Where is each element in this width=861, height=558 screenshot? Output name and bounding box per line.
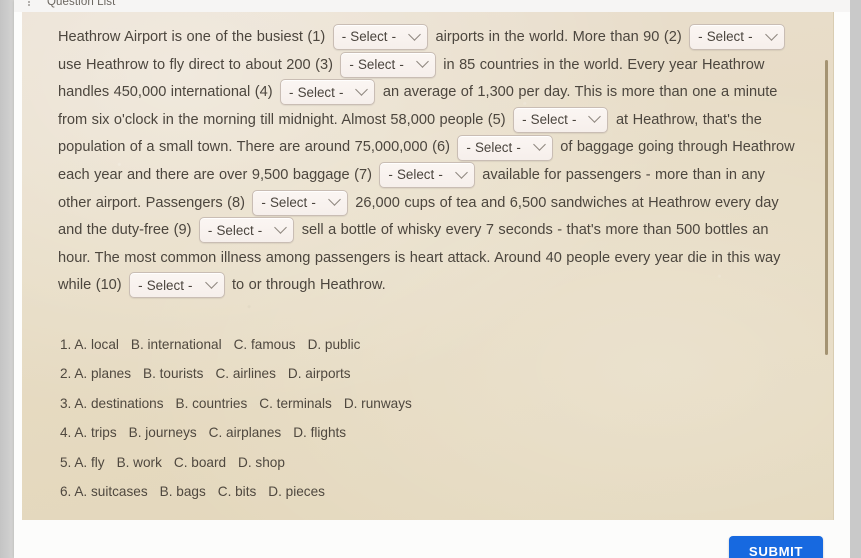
blank-select-label: - Select - [698, 29, 753, 45]
blank-select-5[interactable]: - Select - [513, 106, 609, 133]
answer-choice: B. journeys [128, 425, 197, 441]
submit-button[interactable]: SUBMIT [729, 536, 823, 558]
question-number: 6. [60, 484, 72, 500]
passage-text: Heathrow Airport is one of the busiest (… [58, 29, 330, 45]
app-window: Question List Heathrow Airport is one of… [14, 0, 850, 558]
page-title: Question List [47, 0, 116, 8]
chevron-down-icon [274, 220, 288, 234]
answer-choice: D. pieces [268, 484, 325, 500]
chevron-down-icon [454, 165, 468, 179]
chevron-down-icon [355, 82, 369, 96]
blank-select-label: - Select - [466, 139, 521, 155]
answer-choice: B. bags [159, 484, 206, 500]
blank-select-label: - Select - [261, 195, 316, 210]
chevron-down-icon [204, 276, 218, 289]
chevron-down-icon [408, 27, 421, 41]
answer-options-row: 2. A. planes B. tourists C. airlines D. airp… [60, 359, 797, 389]
blank-select-label: - Select - [341, 29, 397, 45]
blank-select-7[interactable]: - Select - [379, 162, 475, 189]
question-number: 2. [60, 366, 72, 382]
answer-choice: B. countries [175, 395, 248, 411]
cloze-passage: Heathrow Airport is one of the busiest (… [22, 12, 833, 300]
question-number: 5. [60, 454, 72, 470]
blank-select-label: - Select - [207, 222, 263, 238]
blank-select-2[interactable]: - Select - [689, 24, 785, 51]
list-icon [28, 0, 41, 8]
answer-choice: C. bits [217, 484, 257, 500]
chevron-down-icon [588, 110, 602, 124]
answer-choice: A. trips [74, 425, 117, 441]
chevron-down-icon [532, 138, 546, 151]
card-scrollbar[interactable] [822, 12, 831, 520]
answer-choice: B. international [130, 336, 222, 352]
answer-choice: C. famous [233, 336, 296, 352]
answer-choice: B. work [116, 454, 162, 470]
answer-choice: C. airlines [215, 366, 276, 382]
blank-select-4[interactable]: - Select - [280, 79, 376, 106]
question-number: 3. [60, 395, 72, 411]
answer-choice: A. destinations [74, 395, 164, 411]
answer-choice: A. planes [74, 366, 132, 382]
answer-options-list: 1. A. local B. international C. famous D. pu… [22, 330, 833, 507]
question-number: 1. [60, 336, 72, 352]
answer-choice: C. board [173, 454, 227, 470]
question-number: 4. [60, 425, 72, 441]
answer-options-row: 3. A. destinations B. countries C. terminal… [60, 389, 797, 419]
blank-select-8[interactable]: - Select - [252, 189, 348, 216]
blank-select-label: - Select - [138, 277, 193, 293]
topbar: Question List [14, 0, 850, 12]
answer-choice: A. suitcases [74, 484, 148, 500]
question-card: Heathrow Airport is one of the busiest (… [22, 12, 834, 520]
answer-choice: D. public [307, 336, 361, 352]
answer-choice: D. shop [238, 454, 285, 470]
answer-choice: A. local [74, 336, 119, 352]
blank-select-label: - Select - [349, 57, 404, 73]
blank-select-3[interactable]: - Select - [340, 51, 436, 78]
blank-select-label: - Select - [289, 84, 344, 100]
chevron-down-icon [764, 27, 778, 41]
passage-text: airports in the world. More than 90 (2) [431, 29, 687, 45]
left-gutter [0, 0, 14, 558]
blank-select-label: - Select - [388, 167, 443, 183]
blank-select-1[interactable]: - Select - [332, 24, 429, 51]
card-scrollbar-thumb[interactable] [825, 60, 828, 355]
answer-choice: D. runways [343, 395, 412, 411]
answer-choice: D. airports [287, 366, 351, 382]
blank-select-9[interactable]: - Select - [198, 217, 295, 244]
blank-select-10[interactable]: - Select - [129, 272, 225, 299]
answer-choice: C. airplanes [208, 425, 282, 441]
answer-choice: D. flights [293, 425, 347, 441]
answer-choice: B. tourists [143, 366, 204, 382]
blank-select-6[interactable]: - Select - [457, 134, 553, 161]
answer-choice: A. fly [74, 454, 105, 470]
blank-select-label: - Select - [522, 112, 577, 128]
chevron-down-icon [327, 193, 341, 207]
footer-bar: SUBMIT [14, 520, 850, 558]
answer-options-row: 4. A. trips B. journeys C. airplanes D. flig… [60, 418, 797, 448]
answer-options-row: 1. A. local B. international C. famous D. pu… [60, 330, 797, 360]
chevron-down-icon [415, 55, 429, 69]
answer-options-row: 6. A. suitcases B. bags C. bits D. pieces [60, 477, 797, 507]
answer-choice: C. terminals [259, 395, 332, 411]
right-gutter [850, 0, 861, 558]
answer-options-row: 5. A. fly B. work C. board D. shop [60, 448, 797, 478]
passage-text: to or through Heathrow. [227, 277, 386, 294]
